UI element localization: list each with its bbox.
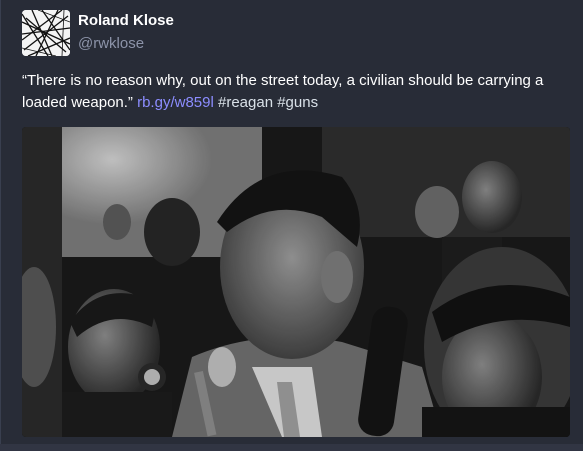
status-card: Roland Klose @rwklose “There is no reaso… (0, 0, 583, 451)
status-footer-bar (0, 444, 583, 451)
status-content: “There is no reason why, out on the stre… (22, 70, 567, 114)
black-and-white-press-photo (22, 127, 570, 437)
display-name[interactable]: Roland Klose (78, 12, 174, 29)
status-link[interactable]: rb.gy/w859l (137, 94, 214, 111)
hashtag-guns[interactable]: #guns (277, 94, 318, 111)
account-handle[interactable]: @rwklose (78, 35, 144, 52)
hashtag-reagan[interactable]: #reagan (218, 94, 273, 111)
media-attachment[interactable] (22, 127, 570, 437)
abstract-lines-avatar-icon (22, 10, 70, 56)
avatar[interactable] (22, 10, 70, 56)
left-divider (0, 0, 1, 451)
